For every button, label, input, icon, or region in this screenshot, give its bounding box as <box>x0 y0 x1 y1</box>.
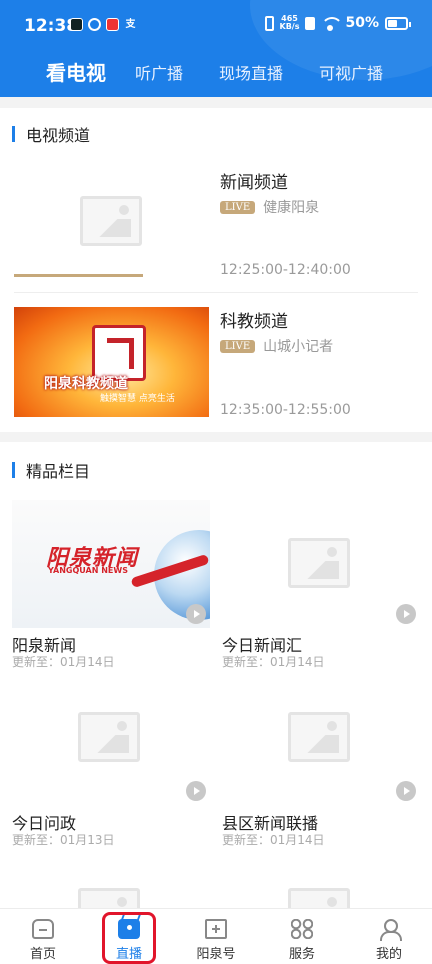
featured-programs-card: 精品栏目 阳泉新闻 YANGQUAN NEWS 阳泉新闻 更新至：01月14日 … <box>0 442 432 908</box>
nav-home[interactable]: 首页 <box>0 909 86 964</box>
program-thumbnail[interactable] <box>12 682 210 810</box>
top-tabs: 看电视 听广播 现场直播 可视广播 <box>0 52 432 92</box>
program-thumbnail[interactable] <box>222 500 420 628</box>
section-marker <box>12 462 15 478</box>
nav-live-label: 直播 <box>115 947 142 962</box>
net-speed: 465 KB/s <box>280 15 300 31</box>
image-placeholder-icon <box>288 712 350 762</box>
tv-section-label: 电视频道 <box>26 126 91 145</box>
tab-watch-tv[interactable]: 看电视 <box>46 57 106 86</box>
live-badge: LIVE <box>220 200 256 214</box>
kejiao-channel-thumbnail[interactable]: 阳泉科教频道 触摸智慧 点亮生活 <box>14 307 209 417</box>
alipay-icon: 支 <box>125 19 136 30</box>
play-icon[interactable] <box>396 604 416 624</box>
tab-live-broadcast[interactable]: 现场直播 <box>219 60 283 84</box>
kejiao-thumb-title: 阳泉科教频道 <box>44 376 128 392</box>
kejiao-channel-name[interactable]: 科教频道 <box>220 307 288 332</box>
featured-section-title: 精品栏目 <box>12 458 90 482</box>
status-bar: 12:38 支 465 KB/s 50% <box>0 0 432 50</box>
tab-radio[interactable]: 听广播 <box>135 60 183 84</box>
image-placeholder-icon <box>80 196 142 246</box>
battery-icon <box>385 16 411 30</box>
section-marker <box>12 126 15 142</box>
sim-icon <box>305 16 316 30</box>
program-thumbnail[interactable]: 阳泉新闻 YANGQUAN NEWS <box>12 500 210 628</box>
status-right: 465 KB/s 50% <box>264 15 411 31</box>
program-updated: 更新至：01月14日 <box>222 655 325 669</box>
program-updated: 更新至：01月14日 <box>222 833 325 847</box>
kejiao-channel-program: 山城小记者 <box>263 339 334 355</box>
program-thumbnail[interactable] <box>222 682 420 810</box>
news-channel-time: 12:25:00-12:40:00 <box>220 262 351 278</box>
live-badge: LIVE <box>220 339 256 353</box>
news-channel-thumbnail[interactable] <box>14 166 209 276</box>
service-grid-icon <box>291 919 313 939</box>
bottom-nav: 首页 直播 阳泉号 服务 我的 <box>0 908 432 964</box>
kejiao-thumb-slogan: 触摸智慧 点亮生活 <box>100 394 175 404</box>
news-channel-name[interactable]: 新闻频道 <box>220 168 288 193</box>
play-icon[interactable] <box>186 604 206 624</box>
image-placeholder-icon <box>78 888 140 908</box>
add-account-icon <box>205 919 227 939</box>
notification-icons: 支 <box>70 18 137 31</box>
play-icon[interactable] <box>396 781 416 801</box>
featured-section-label: 精品栏目 <box>26 462 91 481</box>
news-channel-program: 健康阳泉 <box>263 200 320 216</box>
image-placeholder-icon <box>78 712 140 762</box>
app-header: 12:38 支 465 KB/s 50% 看电视 听广播 现场直播 可视广播 <box>0 0 432 97</box>
vibrate-icon <box>264 15 274 31</box>
kejiao-channel-time: 12:35:00-12:55:00 <box>220 402 351 418</box>
image-placeholder-icon <box>288 538 350 588</box>
divider <box>14 292 418 293</box>
program-thumbnail[interactable] <box>12 870 210 908</box>
net-speed-unit: KB/s <box>279 22 300 31</box>
kejiao-channel-live-row: LIVE 山城小记者 <box>220 336 333 356</box>
live-tv-icon <box>118 919 140 939</box>
nav-yangquanhao[interactable]: 阳泉号 <box>173 909 259 964</box>
profile-icon <box>378 919 402 941</box>
video-app-icon <box>70 18 83 31</box>
news-app-icon <box>106 18 119 31</box>
news-channel-progress <box>14 274 143 277</box>
battery-percent: 50% <box>345 15 379 31</box>
nav-me[interactable]: 我的 <box>346 909 432 964</box>
nav-me-label: 我的 <box>375 947 402 962</box>
program-updated: 更新至：01月13日 <box>12 833 115 847</box>
yangquan-news-logo-en: YANGQUAN NEWS <box>48 566 128 575</box>
play-icon[interactable] <box>186 781 206 801</box>
home-icon <box>32 919 54 939</box>
browser-app-icon <box>88 18 101 31</box>
wifi-icon <box>321 16 344 31</box>
news-channel-live-row: LIVE 健康阳泉 <box>220 197 319 217</box>
tab-visual-radio[interactable]: 可视广播 <box>319 60 383 84</box>
nav-home-label: 首页 <box>29 947 56 962</box>
nav-service-label: 服务 <box>288 947 315 962</box>
image-placeholder-icon <box>288 888 350 908</box>
tv-channels-card: 电视频道 新闻频道 LIVE 健康阳泉 12:25:00-12:40:00 阳泉… <box>0 108 432 432</box>
nav-live[interactable]: 直播 <box>86 909 172 964</box>
program-updated: 更新至：01月14日 <box>12 655 115 669</box>
tv-section-title: 电视频道 <box>12 122 90 146</box>
program-thumbnail[interactable] <box>222 870 420 908</box>
nav-yangquanhao-label: 阳泉号 <box>196 947 236 962</box>
nav-service[interactable]: 服务 <box>259 909 345 964</box>
